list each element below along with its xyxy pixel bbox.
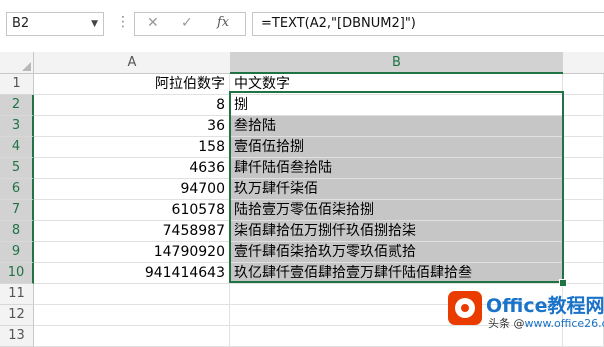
column-header-b[interactable]: B: [230, 52, 563, 74]
cell-a12[interactable]: [34, 305, 230, 326]
watermark-brand: Office教程网: [486, 291, 604, 318]
cell-b9[interactable]: 壹仟肆佰柒拾玖万零玖佰贰拾: [230, 242, 563, 263]
cell-a9[interactable]: 14790920: [34, 242, 230, 263]
cell-c6[interactable]: [563, 179, 604, 200]
cell-c10[interactable]: [563, 263, 604, 284]
row-header[interactable]: 10: [0, 263, 34, 284]
cell-b8[interactable]: 柒佰肆拾伍万捌仟玖佰捌拾柒: [230, 221, 563, 242]
cell-a2[interactable]: 8: [34, 95, 230, 116]
cell-a5[interactable]: 4636: [34, 158, 230, 179]
row-header[interactable]: 7: [0, 200, 34, 221]
row-header[interactable]: 2: [0, 95, 34, 116]
chevron-down-icon[interactable]: ▼: [91, 13, 98, 35]
cell-c1[interactable]: [563, 74, 604, 95]
cell-c8[interactable]: [563, 221, 604, 242]
cell-a1[interactable]: 阿拉伯数字: [34, 74, 230, 95]
row-header[interactable]: 1: [0, 74, 34, 95]
fill-handle[interactable]: [559, 279, 567, 287]
cancel-icon[interactable]: ✕: [147, 15, 159, 31]
watermark-url: www.office26.com: [525, 317, 604, 330]
cell-a6[interactable]: 94700: [34, 179, 230, 200]
cell-b6[interactable]: 玖万肆仟柒佰: [230, 179, 563, 200]
row-header[interactable]: 3: [0, 116, 34, 137]
select-all-button[interactable]: [0, 52, 34, 74]
watermark-sub-prefix: 头条 @: [488, 317, 525, 330]
more-options-icon[interactable]: ⋮: [116, 14, 130, 30]
cell-b5[interactable]: 肆仟陆佰叁拾陆: [230, 158, 563, 179]
row-header[interactable]: 6: [0, 179, 34, 200]
cell-b1[interactable]: 中文数字: [230, 74, 563, 95]
cell-b4[interactable]: 壹佰伍拾捌: [230, 137, 563, 158]
formula-bar: B2 ▼ ⋮ ✕ ✓ fx =TEXT(A2,"[DBNUM2]"): [0, 0, 604, 52]
cell-a4[interactable]: 158: [34, 137, 230, 158]
enter-icon[interactable]: ✓: [181, 15, 193, 31]
cell-a11[interactable]: [34, 284, 230, 305]
cell-a10[interactable]: 941414643: [34, 263, 230, 284]
name-box-value: B2: [12, 16, 29, 31]
row-header[interactable]: 8: [0, 221, 34, 242]
watermark: Office教程网 头条 @www.office26.com: [448, 287, 604, 340]
cell-a13[interactable]: [34, 326, 230, 347]
cell-b3[interactable]: 叁拾陆: [230, 116, 563, 137]
row-header[interactable]: 12: [0, 305, 34, 326]
cell-c5[interactable]: [563, 158, 604, 179]
cell-c2[interactable]: [563, 95, 604, 116]
formula-buttons: ✕ ✓ fx: [134, 12, 246, 36]
cell-a3[interactable]: 36: [34, 116, 230, 137]
cell-c7[interactable]: [563, 200, 604, 221]
column-header-a[interactable]: A: [34, 52, 230, 74]
watermark-sub: 头条 @www.office26.com: [488, 315, 604, 331]
cell-c3[interactable]: [563, 116, 604, 137]
formula-input[interactable]: =TEXT(A2,"[DBNUM2]"): [252, 12, 604, 36]
column-header-c[interactable]: [563, 52, 604, 74]
cell-b7[interactable]: 陆拾壹万零伍佰柒拾捌: [230, 200, 563, 221]
cell-a7[interactable]: 610578: [34, 200, 230, 221]
cell-b2[interactable]: 捌: [230, 95, 563, 116]
cell-c4[interactable]: [563, 137, 604, 158]
name-box[interactable]: B2 ▼: [6, 12, 104, 36]
cell-b10[interactable]: 玖亿肆仟壹佰肆拾壹万肆仟陆佰肆拾叁: [230, 263, 563, 284]
office-logo-icon: [448, 291, 482, 325]
insert-function-icon[interactable]: fx: [217, 15, 229, 30]
row-header[interactable]: 4: [0, 137, 34, 158]
row-header[interactable]: 11: [0, 284, 34, 305]
cell-a8[interactable]: 7458987: [34, 221, 230, 242]
row-header[interactable]: 9: [0, 242, 34, 263]
row-header[interactable]: 13: [0, 326, 34, 347]
cell-c9[interactable]: [563, 242, 604, 263]
row-header[interactable]: 5: [0, 158, 34, 179]
